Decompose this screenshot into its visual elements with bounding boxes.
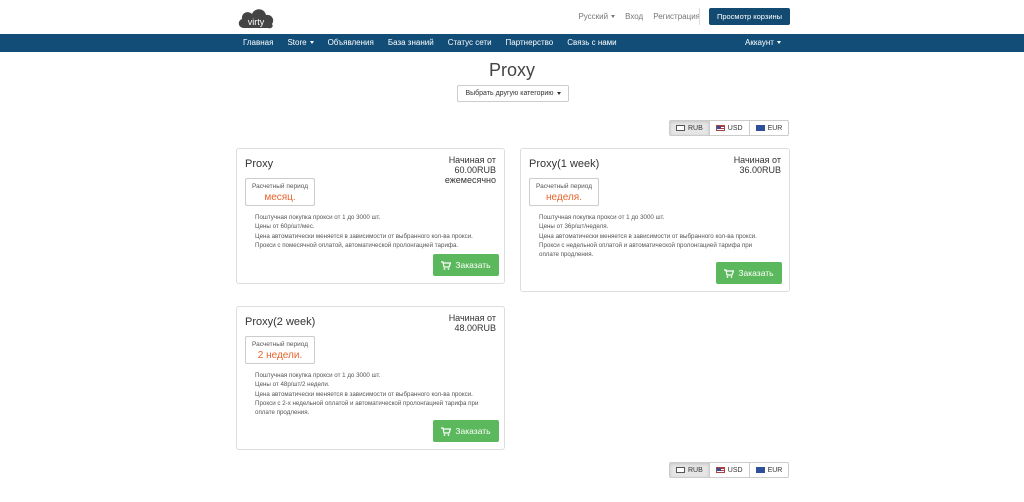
product-card: Proxy(1 week) Начиная от 36.00RUB Расчет… (520, 148, 790, 292)
currency-selector-bottom: RUB USD EUR (669, 462, 790, 478)
rub-flag-icon (676, 467, 685, 473)
view-cart-button[interactable]: Просмотр корзины (709, 8, 790, 25)
billing-period-box: Расчетный период месяц. (245, 178, 315, 206)
order-button[interactable]: Заказать (433, 254, 499, 276)
period-value: неделя. (546, 192, 582, 203)
description-line: Поштучная покупка прокси от 1 до 3000 шт… (539, 214, 665, 221)
product-card: Proxy(2 week) Начиная от 48.00RUB Расчет… (236, 306, 505, 450)
billing-period-box: Расчетный период 2 недели. (245, 336, 315, 364)
currency-eur-button[interactable]: EUR (750, 121, 789, 135)
top-links: Русский Вход Регистрация (578, 12, 700, 21)
price-value: 48.00RUB (454, 323, 496, 333)
page-title: Proxy (488, 60, 535, 80)
price-value: 60.00RUB (454, 165, 496, 175)
product-title: Proxy(1 week) (529, 158, 600, 170)
chevron-down-icon (556, 92, 561, 95)
description-line: Поштучная покупка прокси от 1 до 3000 шт… (255, 372, 381, 379)
chevron-down-icon (309, 41, 314, 45)
description-line: оплате продления. (255, 409, 310, 417)
period-value: 2 недели. (257, 350, 303, 361)
product-price: Начиная от 48.00RUB (449, 313, 496, 333)
product-description: Поштучная покупка прокси от 1 до 3000 шт… (539, 213, 757, 259)
rub-flag-icon (676, 125, 685, 131)
period-label: Расчетный период (251, 341, 309, 348)
shopping-cart-icon (441, 260, 452, 270)
currency-rub-button[interactable]: RUB (670, 121, 710, 135)
top-bar: virty Русский Вход Регистрация Просмотр … (0, 0, 1024, 34)
divider (699, 8, 700, 25)
nav-item-contact[interactable]: Связь с нами (567, 38, 616, 47)
nav-item-knowledgebase[interactable]: База знаний (388, 38, 434, 47)
nav-account-dropdown[interactable]: Аккаунт (745, 38, 781, 47)
price-prefix: Начиная от (448, 155, 496, 165)
main-navbar: Главная Store Объявления База знаний Ста… (0, 34, 1024, 52)
eu-flag-icon (755, 467, 765, 473)
description-line: Цены от 60р/шт/мес. (255, 223, 315, 231)
nav-item-home[interactable]: Главная (243, 38, 273, 47)
eu-flag-icon (755, 125, 765, 131)
product-description: Поштучная покупка прокси от 1 до 3000 шт… (255, 213, 473, 250)
currency-rub-button[interactable]: RUB (670, 463, 710, 477)
period-label: Расчетный период (535, 183, 593, 190)
nav-item-announcements[interactable]: Объявления (328, 38, 374, 47)
description-line: Цена автоматически меняется в зависимост… (539, 232, 757, 240)
price-suffix: ежемесячно (444, 175, 496, 185)
price-value: 36.00RUB (739, 165, 781, 175)
language-selector[interactable]: Русский (578, 12, 616, 21)
description-line: Прокси с помесячной оплатой, автоматичес… (255, 241, 459, 249)
description-line: Поштучная покупка прокси от 1 до 3000 шт… (255, 214, 381, 221)
description-line: Цена автоматически меняется в зависимост… (255, 232, 473, 240)
description-line: Прокси с 2-х недельной оплатой и автомат… (255, 399, 479, 407)
us-flag-icon (715, 125, 725, 131)
product-description: Поштучная покупка прокси от 1 до 3000 шт… (255, 371, 478, 417)
chevron-down-icon (776, 41, 781, 45)
description-line: оплате продления. (539, 251, 594, 259)
order-button[interactable]: Заказать (716, 262, 782, 284)
nav-item-network-status[interactable]: Статус сети (448, 38, 492, 47)
logo-text: virty (248, 17, 265, 27)
product-card: Proxy Начиная от 60.00RUB ежемесячно Рас… (236, 148, 505, 284)
description-line: Цены от 36р/шт/неделя. (539, 223, 609, 231)
description-line: Цены от 48р/шт/2 недели. (255, 381, 330, 389)
product-title: Proxy (245, 158, 274, 170)
description-line: Прокси с недельной оплатой и автоматичес… (539, 241, 753, 249)
order-button[interactable]: Заказать (433, 420, 499, 442)
cloud-logo-icon[interactable]: virty (236, 6, 276, 32)
choose-category-button[interactable]: Выбрать другую категорию (457, 85, 569, 102)
currency-selector-top: RUB USD EUR (669, 120, 790, 136)
product-price: Начиная от 60.00RUB ежемесячно (445, 155, 496, 185)
register-link[interactable]: Регистрация (653, 12, 700, 21)
nav-items: Главная Store Объявления База знаний Ста… (243, 38, 617, 47)
currency-eur-button[interactable]: EUR (750, 463, 789, 477)
nav-item-affiliates[interactable]: Партнерство (506, 38, 554, 47)
period-label: Расчетный период (251, 183, 309, 190)
shopping-cart-icon (441, 426, 452, 436)
product-price: Начиная от 36.00RUB (734, 155, 781, 175)
shopping-cart-icon (724, 268, 735, 278)
currency-usd-button[interactable]: USD (710, 463, 750, 477)
currency-usd-button[interactable]: USD (710, 121, 750, 135)
period-value: месяц. (264, 192, 296, 203)
price-prefix: Начиная от (733, 155, 781, 165)
nav-item-store[interactable]: Store (287, 38, 314, 47)
product-title: Proxy(2 week) (245, 316, 316, 328)
chevron-down-icon (611, 15, 616, 19)
description-line: Цена автоматически меняется в зависимост… (255, 390, 473, 398)
us-flag-icon (715, 467, 725, 473)
login-link[interactable]: Вход (625, 12, 643, 21)
billing-period-box: Расчетный период неделя. (529, 178, 599, 206)
price-prefix: Начиная от (448, 313, 496, 323)
